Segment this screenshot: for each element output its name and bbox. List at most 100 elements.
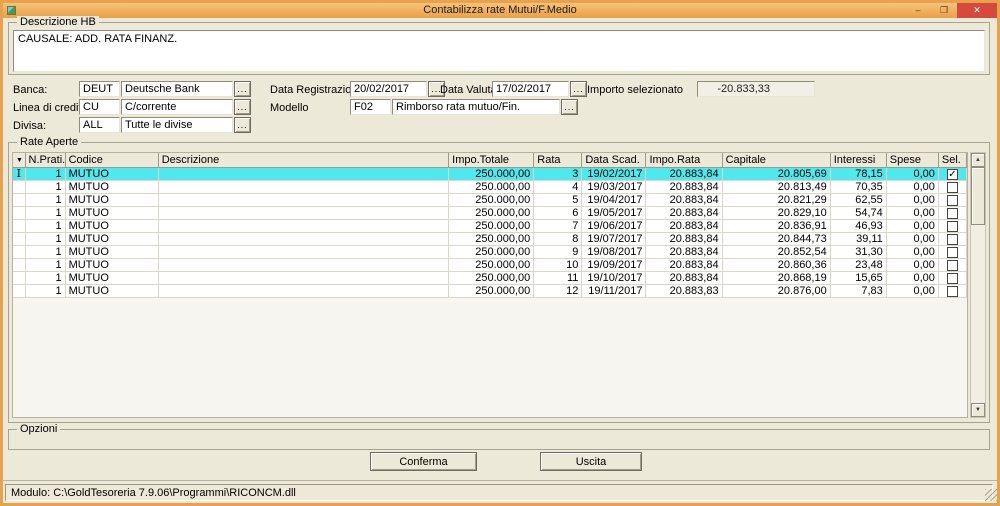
cell-spese[interactable]: 0,00 [886,258,939,272]
cell-spese[interactable]: 0,00 [886,219,939,233]
cell-spese[interactable]: 0,00 [886,284,939,298]
scroll-down-icon[interactable]: ▼ [971,403,985,417]
cell-data_scad[interactable]: 19/11/2017 [581,284,647,298]
cell-data_scad[interactable]: 19/08/2017 [581,245,647,259]
row-checkbox[interactable] [946,181,958,193]
cell-sel[interactable] [938,245,967,259]
cell-sel[interactable] [938,232,967,246]
cell-codice[interactable]: MUTUO [65,167,159,181]
cell-impo_rata[interactable]: 20.883,84 [645,193,723,207]
row-checkbox[interactable] [946,194,958,206]
col-header-marker[interactable]: ▼ [13,153,26,168]
cell-spese[interactable]: 0,00 [886,245,939,259]
cell-descrizione[interactable] [158,271,450,285]
cell-codice[interactable]: MUTUO [65,232,159,246]
cell-capitale[interactable]: 20.876,00 [722,284,831,298]
cell-descrizione[interactable] [158,193,450,207]
cell-interessi[interactable]: 62,55 [830,193,887,207]
banca-desc-input[interactable] [121,81,233,97]
minimize-button-icon[interactable]: – [905,3,931,18]
cell-n_pratica[interactable]: 1 [25,271,66,285]
cell-interessi[interactable]: 46,93 [830,219,887,233]
grid-row[interactable]: 1 MUTUO 250.000,00 5 19/04/2017 20.883,84 20.8… [13,193,967,207]
cell-capitale[interactable]: 20.821,29 [722,193,831,207]
cell-descrizione[interactable] [158,232,450,246]
cell-codice[interactable]: MUTUO [65,271,159,285]
row-checkbox[interactable] [946,285,958,297]
row-checkbox[interactable] [946,220,958,232]
cell-capitale[interactable]: 20.805,69 [722,167,831,181]
cell-n_pratica[interactable]: 1 [25,167,66,181]
resize-grip[interactable] [985,489,997,501]
cell-n_pratica[interactable]: 1 [25,232,66,246]
cell-codice[interactable]: MUTUO [65,193,159,207]
row-checkbox[interactable] [946,246,958,258]
cell-sel[interactable] [938,284,967,298]
cell-impo_rata[interactable]: 20.883,84 [645,245,723,259]
cell-impo_rata[interactable]: 20.883,83 [645,284,723,298]
cell-impo_rata[interactable]: 20.883,84 [645,258,723,272]
cell-data_scad[interactable]: 19/09/2017 [581,258,647,272]
grid-row[interactable]: I 1 MUTUO 250.000,00 3 19/02/2017 20.883,84 20.… [13,167,967,181]
cell-impo_totale[interactable]: 250.000,00 [448,167,535,181]
col-header-codice[interactable]: Codice [65,153,159,168]
cell-data_scad[interactable]: 19/02/2017 [581,167,647,181]
cell-descrizione[interactable] [158,219,450,233]
conferma-button[interactable]: Conferma [370,452,477,471]
divisa-desc-input[interactable] [121,117,233,133]
cell-spese[interactable]: 0,00 [886,206,939,220]
cell-impo_totale[interactable]: 250.000,00 [448,245,535,259]
cell-capitale[interactable]: 20.829,10 [722,206,831,220]
cell-interessi[interactable]: 23,48 [830,258,887,272]
cell-interessi[interactable]: 7,83 [830,284,887,298]
cell-sel[interactable]: ✓ [938,167,967,181]
divisa-code-input[interactable] [79,117,120,133]
cell-n_pratica[interactable]: 1 [25,206,66,220]
modello-desc-input[interactable] [392,99,560,115]
modello-code-input[interactable] [350,99,391,115]
cell-rata[interactable]: 11 [533,271,583,285]
col-header-n_pratica[interactable]: N.Prati... ↑ [25,153,66,168]
cell-capitale[interactable]: 20.852,54 [722,245,831,259]
cell-interessi[interactable]: 39,11 [830,232,887,246]
cell-interessi[interactable]: 15,65 [830,271,887,285]
cell-descrizione[interactable] [158,180,450,194]
cell-data_scad[interactable]: 19/04/2017 [581,193,647,207]
cell-impo_totale[interactable]: 250.000,00 [448,271,535,285]
cell-sel[interactable] [938,206,967,220]
row-checkbox[interactable] [946,233,958,245]
col-header-interessi[interactable]: Interessi [830,153,887,168]
cell-sel[interactable] [938,219,967,233]
col-header-impo_totale[interactable]: Impo.Totale [448,153,535,168]
cell-descrizione[interactable] [158,245,450,259]
linea-credito-code-input[interactable] [79,99,120,115]
cell-data_scad[interactable]: 19/10/2017 [581,271,647,285]
cell-interessi[interactable]: 31,30 [830,245,887,259]
banca-code-input[interactable] [79,81,120,97]
cell-sel[interactable] [938,180,967,194]
col-header-capitale[interactable]: Capitale [722,153,831,168]
cell-interessi[interactable]: 78,15 [830,167,887,181]
descrizione-hb-text[interactable]: CAUSALE: ADD. RATA FINANZ. [13,30,985,72]
data-valuta-browse-button[interactable]: ... [570,81,587,97]
grid-row[interactable]: 1 MUTUO 250.000,00 10 19/09/2017 20.883,84 20.… [13,258,967,272]
cell-codice[interactable]: MUTUO [65,180,159,194]
col-header-sel[interactable]: Sel. [938,153,967,168]
cell-rata[interactable]: 6 [533,206,583,220]
cell-n_pratica[interactable]: 1 [25,219,66,233]
cell-n_pratica[interactable]: 1 [25,245,66,259]
grid-row[interactable]: 1 MUTUO 250.000,00 12 19/11/2017 20.883,83 20.… [13,284,967,298]
cell-sel[interactable] [938,193,967,207]
grid-row[interactable]: 1 MUTUO 250.000,00 8 19/07/2017 20.883,84 20.8… [13,232,967,246]
cell-impo_totale[interactable]: 250.000,00 [448,258,535,272]
data-valuta-input[interactable] [492,81,569,97]
grid-row[interactable]: 1 MUTUO 250.000,00 7 19/06/2017 20.883,84 20.8… [13,219,967,233]
cell-data_scad[interactable]: 19/07/2017 [581,232,647,246]
cell-rata[interactable]: 5 [533,193,583,207]
cell-capitale[interactable]: 20.844,73 [722,232,831,246]
maximize-button-icon[interactable]: ❐ [931,3,957,18]
cell-impo_rata[interactable]: 20.883,84 [645,206,723,220]
cell-descrizione[interactable] [158,284,450,298]
cell-impo_totale[interactable]: 250.000,00 [448,232,535,246]
cell-capitale[interactable]: 20.860,36 [722,258,831,272]
